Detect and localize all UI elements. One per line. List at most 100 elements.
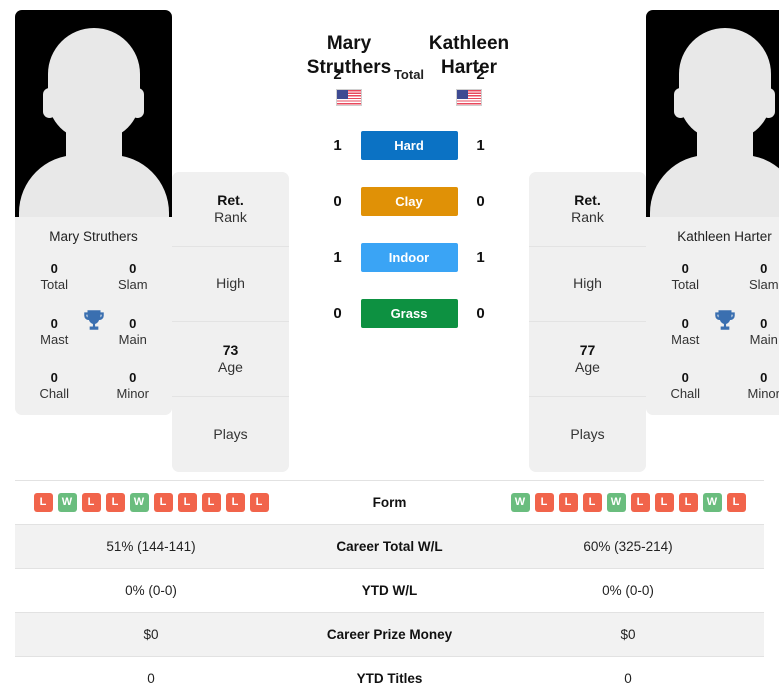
right-plays-label: Plays	[570, 425, 605, 442]
h2h-total-left-score: 2	[333, 66, 342, 84]
stat-mast-label: Mast	[40, 331, 69, 347]
form-badge-win: W	[510, 493, 530, 512]
stat-total-label: Total	[671, 277, 699, 293]
stat-total-value: 0	[50, 261, 58, 277]
h2h-clay-right-score: 0	[476, 193, 485, 211]
trophy-icon	[714, 310, 735, 330]
career-prize-money-label: Career Prize Money	[326, 627, 453, 642]
h2h-row-hard: 1 Hard 1	[289, 118, 529, 174]
form-row-label: Form	[372, 495, 407, 510]
comparison-header: Mary Struthers 0 Total 0 Slam 0 Mast 0 M…	[0, 0, 779, 472]
avatar-ear-right	[131, 88, 144, 118]
form-badge-loss: L	[678, 493, 698, 512]
right-rank-label: Rank	[571, 209, 604, 225]
stat-main-label: Main	[749, 331, 778, 347]
stat-slam-value: 0	[760, 261, 768, 277]
left-age-value: 73	[222, 341, 239, 358]
h2h-hard-label[interactable]: Hard	[360, 131, 458, 161]
right-info-high: High	[529, 247, 646, 322]
form-badge-loss: L	[33, 493, 53, 512]
left-info-plays: Plays	[172, 397, 289, 472]
head-to-head-column: Mary Struthers Kathleen Harter 2 Total 2…	[289, 10, 529, 342]
h2h-clay-left-score: 0	[333, 193, 342, 211]
form-badge-loss: L	[201, 493, 221, 512]
left-player-column: Mary Struthers 0 Total 0 Slam 0 Mast 0 M…	[15, 10, 172, 415]
stat-chall-label: Chall	[670, 386, 701, 402]
table-row: 51% (144-141) Career Total W/L 60% (325-…	[15, 524, 764, 569]
avatar-ear-right	[762, 88, 775, 118]
left-info-high: High	[172, 247, 289, 322]
form-badge-win: W	[129, 493, 149, 512]
stat-minor-value: 0	[129, 370, 137, 386]
stat-total: 0 Total	[646, 261, 725, 294]
form-badge-loss: L	[534, 493, 554, 512]
ytd-wl-left: 0% (0-0)	[125, 583, 177, 598]
stat-slam-label: Slam	[117, 277, 148, 293]
stat-total-label: Total	[40, 277, 68, 293]
h2h-hard-left-score: 1	[333, 137, 342, 155]
avatar-ear-left	[43, 88, 56, 118]
table-row: 0 YTD Titles 0	[15, 656, 764, 699]
right-rank-value: Ret.	[574, 191, 601, 208]
table-row: 0% (0-0) YTD W/L 0% (0-0)	[15, 568, 764, 613]
form-badge-loss: L	[225, 493, 245, 512]
ytd-titles-label: YTD Titles	[356, 671, 423, 686]
h2h-grass-label[interactable]: Grass	[360, 299, 458, 329]
left-titles-grid: 0 Total 0 Slam 0 Mast 0 Main 0 Chall 0 M…	[15, 261, 172, 403]
player-comparison-page: Mary Struthers 0 Total 0 Slam 0 Mast 0 M…	[0, 0, 779, 699]
stat-chall-label: Chall	[39, 386, 70, 402]
surface-score-rows: 2 Total 2 1 Hard 1 0 Clay 0 1 Indoor 1 0…	[289, 66, 529, 342]
left-plays-label: Plays	[213, 425, 248, 442]
form-badge-loss: L	[558, 493, 578, 512]
ytd-titles-right: 0	[624, 671, 632, 686]
h2h-row-total: 2 Total 2	[289, 50, 529, 100]
form-right-cell: WLLLWLLLWL	[492, 481, 764, 525]
form-badge-loss: L	[582, 493, 602, 512]
h2h-total-label: Total	[393, 67, 425, 83]
stat-minor-value: 0	[760, 370, 768, 386]
left-player-card-name: Mary Struthers	[49, 229, 138, 244]
h2h-indoor-left-score: 1	[333, 249, 342, 267]
form-left-cell: LWLLWLLLLL	[15, 481, 287, 525]
stat-minor-label: Minor	[747, 386, 779, 402]
stat-chall: 0 Chall	[15, 370, 94, 403]
career-total-wl-label: Career Total W/L	[336, 539, 443, 554]
stat-slam: 0 Slam	[94, 261, 173, 294]
right-info-rank: Ret. Rank	[529, 172, 646, 247]
table-row: $0 Career Prize Money $0	[15, 612, 764, 657]
h2h-grass-right-score: 0	[476, 305, 485, 323]
h2h-grass-left-score: 0	[333, 305, 342, 323]
ytd-wl-right: 0% (0-0)	[602, 583, 654, 598]
left-player-info-card: Ret. Rank High 73 Age Plays	[172, 172, 289, 472]
comparison-table-body: LWLLWLLLLL Form WLLLWLLLWL 51% (144-141)…	[15, 480, 764, 699]
form-badge-win: W	[606, 493, 626, 512]
h2h-hard-right-score: 1	[476, 137, 485, 155]
stat-slam-value: 0	[129, 261, 137, 277]
left-player-titles-card: Mary Struthers 0 Total 0 Slam 0 Mast 0 M…	[15, 217, 172, 415]
stat-main-label: Main	[118, 331, 147, 347]
us-flag-icon	[336, 88, 362, 106]
right-player-card-name: Kathleen Harter	[677, 229, 772, 244]
left-rank-label: Rank	[214, 209, 247, 225]
career-prize-money-right: $0	[620, 627, 636, 642]
comparison-stats-table: LWLLWLLLLL Form WLLLWLLLWL 51% (144-141)…	[15, 480, 764, 699]
h2h-indoor-label[interactable]: Indoor	[360, 243, 458, 273]
form-badge-loss: L	[654, 493, 674, 512]
avatar-ear-left	[674, 88, 687, 118]
h2h-row-grass: 0 Grass 0	[289, 286, 529, 342]
form-badge-loss: L	[726, 493, 746, 512]
left-rank-value: Ret.	[217, 191, 244, 208]
ytd-titles-left: 0	[147, 671, 155, 686]
right-player-column: Kathleen Harter 0 Total 0 Slam 0 Mast 0 …	[646, 10, 779, 415]
left-info-rank: Ret. Rank	[172, 172, 289, 247]
stat-chall-value: 0	[50, 370, 58, 386]
right-info-plays: Plays	[529, 397, 646, 472]
form-badge-loss: L	[630, 493, 650, 512]
form-badge-loss: L	[81, 493, 101, 512]
right-player-info-card: Ret. Rank High 77 Age Plays	[529, 172, 646, 472]
stat-minor: 0 Minor	[725, 370, 779, 403]
right-player-photo	[646, 10, 779, 217]
form-badge-loss: L	[249, 493, 269, 512]
career-total-wl-right: 60% (325-214)	[583, 539, 673, 554]
h2h-clay-label[interactable]: Clay	[360, 187, 458, 217]
